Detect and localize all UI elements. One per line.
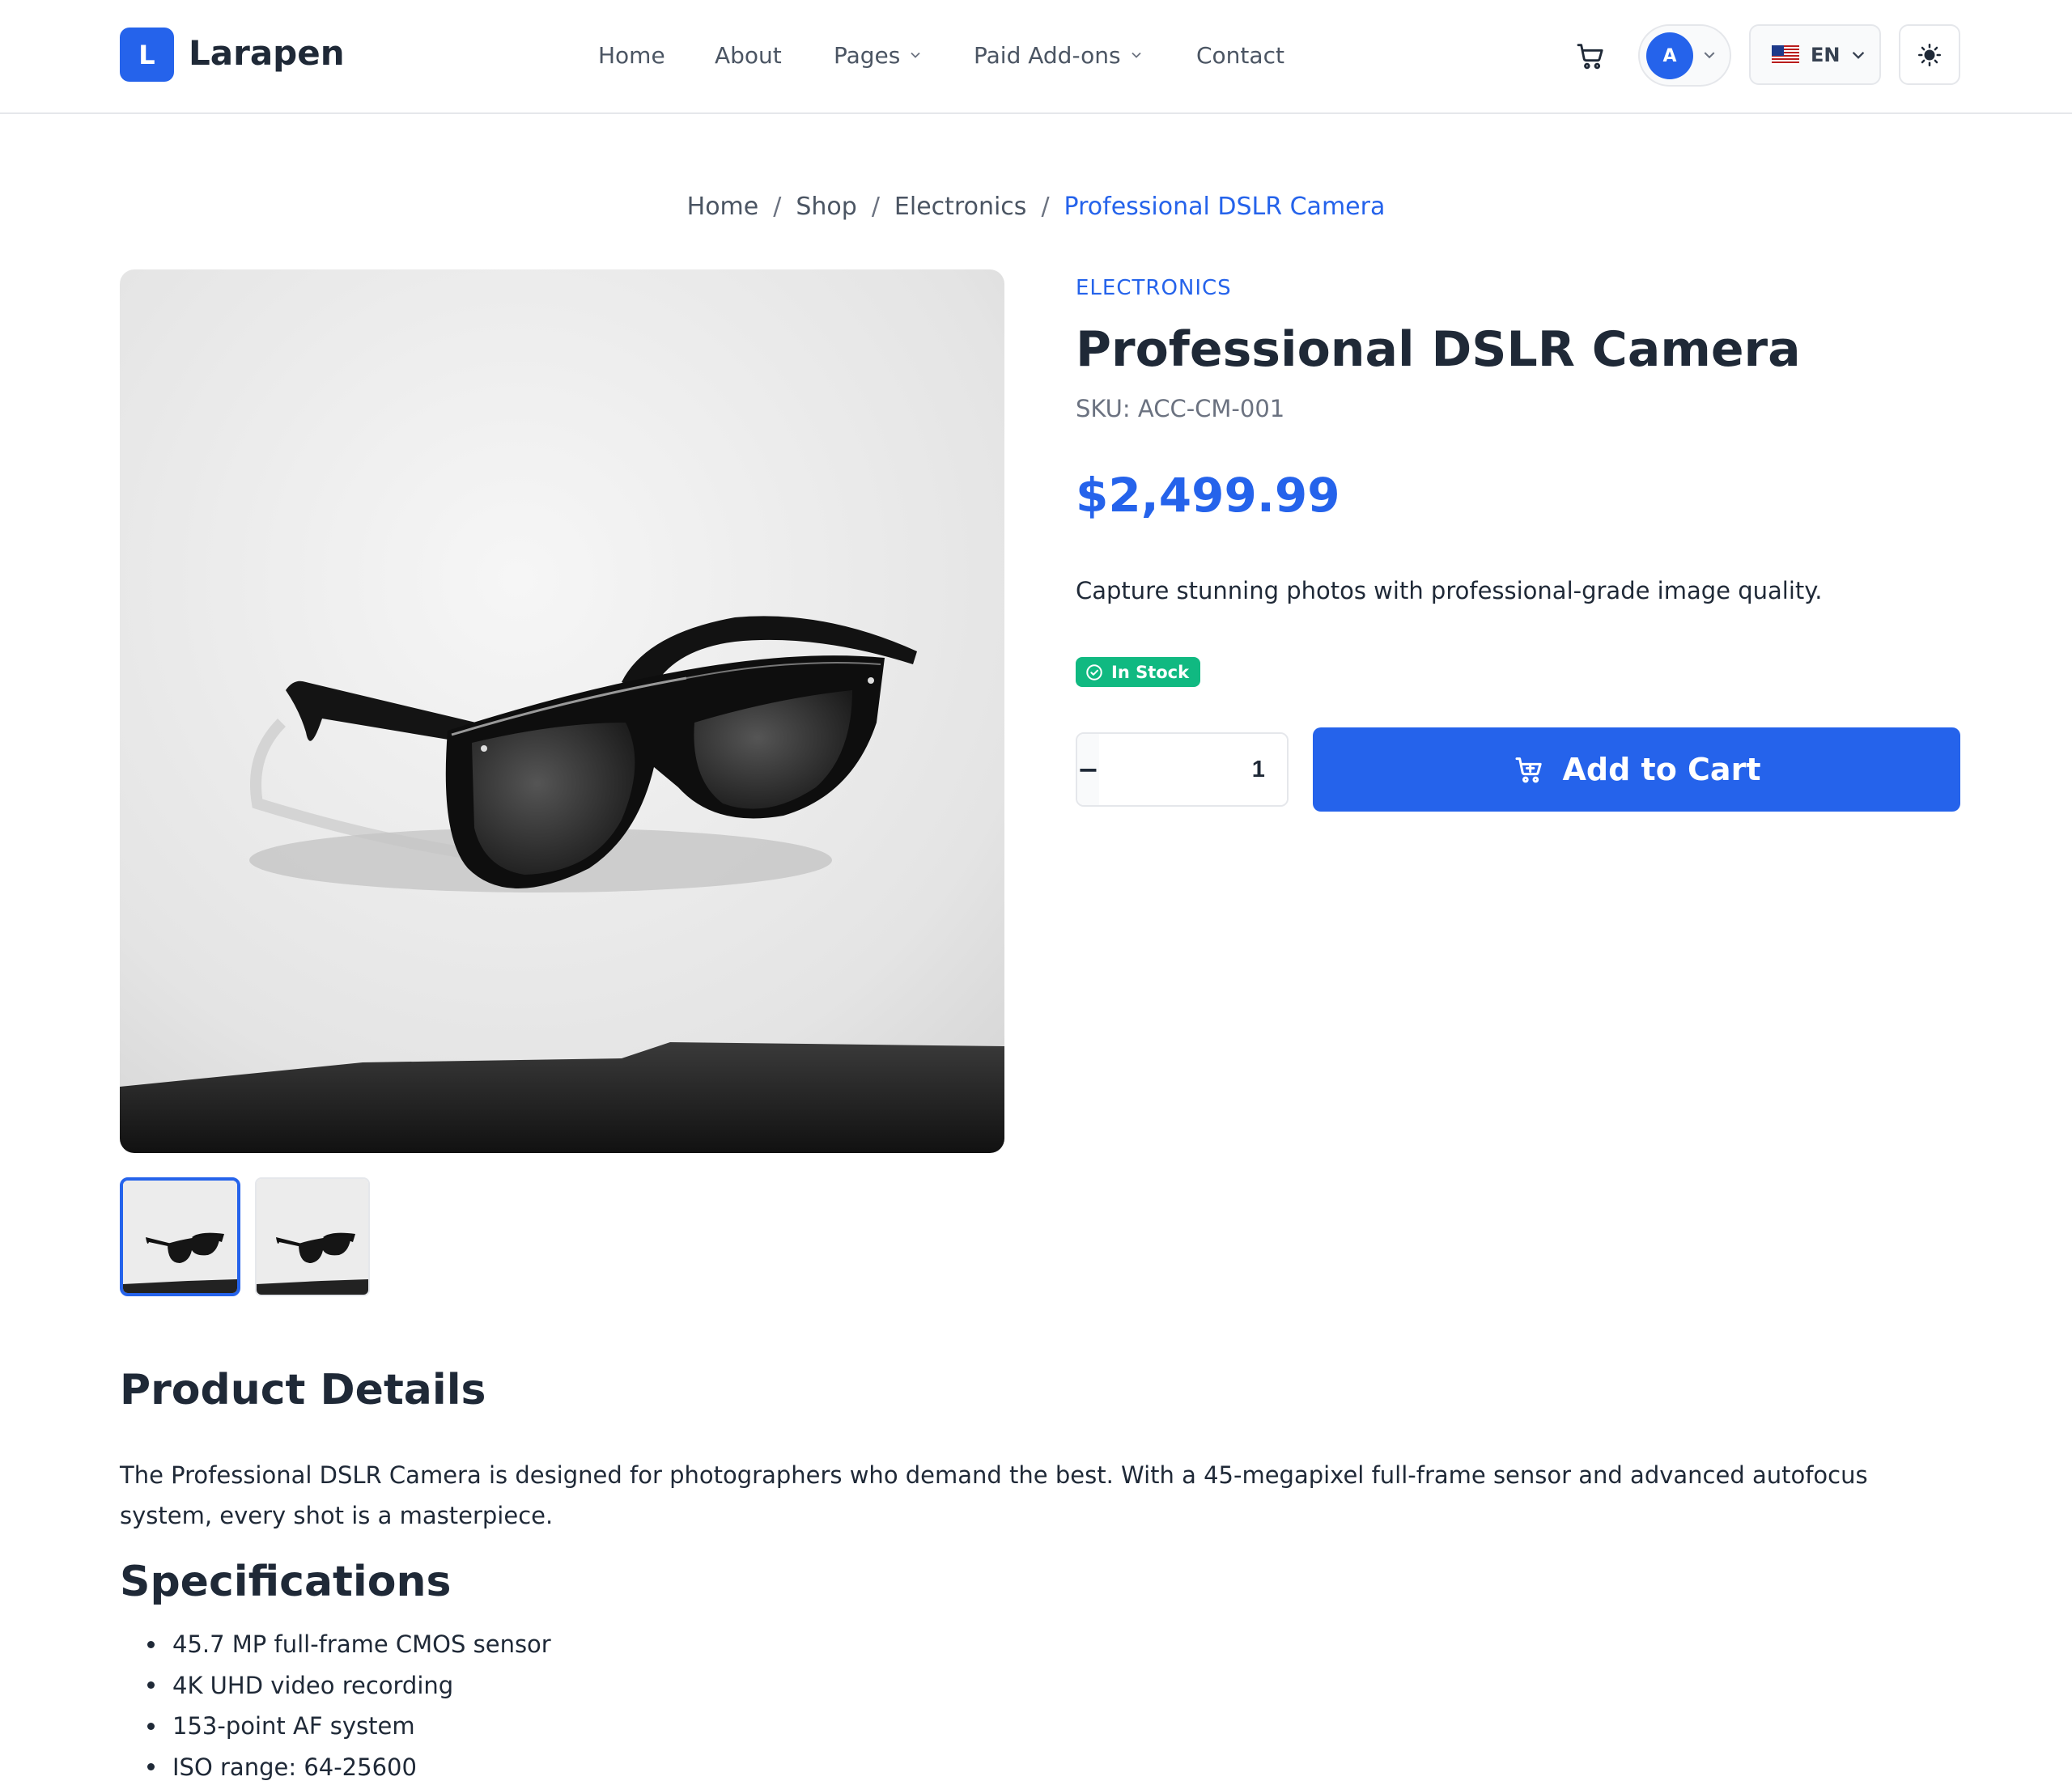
- product-details-text: The Professional DSLR Camera is designed…: [120, 1461, 1868, 1529]
- user-menu-button[interactable]: A: [1638, 24, 1731, 87]
- chevron-down-icon: [911, 52, 921, 58]
- nav-about-label: About: [715, 41, 782, 69]
- specifications-heading: Specifications: [120, 1558, 452, 1606]
- avatar: A: [1646, 32, 1693, 79]
- product-thumbnail-1[interactable]: [120, 1177, 240, 1296]
- logo-icon[interactable]: L: [120, 28, 174, 82]
- product-details-heading: Product Details: [120, 1366, 486, 1414]
- nav-paid-addons-dropdown[interactable]: Paid Add-ons: [974, 36, 1142, 74]
- nav-contact[interactable]: Contact: [1196, 36, 1284, 74]
- chevron-down-icon: [1131, 52, 1141, 58]
- theme-toggle-button[interactable]: [1899, 24, 1960, 85]
- sunglasses-thumbnail-image: [257, 1179, 368, 1295]
- nav-contact-label: Contact: [1196, 41, 1284, 69]
- breadcrumb-separator: /: [871, 193, 880, 221]
- nav-home-label: Home: [598, 41, 665, 69]
- sun-icon: [1918, 43, 1941, 66]
- nav-about[interactable]: About: [715, 36, 782, 74]
- check-circle-icon: [1086, 664, 1102, 681]
- stock-label: In Stock: [1111, 662, 1190, 682]
- breadcrumb-shop[interactable]: Shop: [796, 193, 856, 221]
- sunglasses-thumbnail-image: [123, 1181, 237, 1293]
- language-label: EN: [1811, 43, 1841, 66]
- bullet-icon: [147, 1722, 155, 1730]
- spec-item: 45.7 MP full-frame CMOS sensor: [120, 1624, 551, 1665]
- spec-item-text: ISO range: 64-25600: [172, 1753, 417, 1781]
- bullet-icon: [147, 1681, 155, 1690]
- quantity-input[interactable]: [1098, 734, 1287, 805]
- chevron-down-icon: [1853, 51, 1865, 59]
- product-title: Professional DSLR Camera: [1076, 321, 1801, 378]
- spec-item: ISO range: 64-25600: [120, 1747, 551, 1785]
- bullet-icon: [147, 1640, 155, 1648]
- spec-item-text: 4K UHD video recording: [172, 1671, 454, 1699]
- spec-item-text: 45.7 MP full-frame CMOS sensor: [172, 1630, 551, 1659]
- sunglasses-image: [120, 269, 1004, 1153]
- product-category[interactable]: ELECTRONICS: [1076, 276, 1232, 300]
- add-to-cart-label: Add to Cart: [1562, 752, 1761, 787]
- quantity-stepper: − +: [1076, 732, 1289, 807]
- chevron-down-icon: [1704, 52, 1715, 59]
- spec-item-text: 153-point AF system: [172, 1712, 415, 1740]
- product-sku: SKU: ACC-CM-001: [1076, 395, 1285, 422]
- nav-home[interactable]: Home: [598, 36, 665, 74]
- nav-pages-dropdown[interactable]: Pages: [834, 36, 921, 74]
- add-to-cart-button[interactable]: Add to Cart: [1313, 727, 1960, 812]
- cart-icon: [1577, 44, 1603, 70]
- product-thumbnail-2[interactable]: [255, 1177, 370, 1296]
- breadcrumb-home[interactable]: Home: [687, 193, 759, 221]
- cart-plus-icon: [1515, 757, 1542, 783]
- language-selector[interactable]: EN: [1749, 24, 1881, 85]
- breadcrumb: Home / Shop / Electronics / Professional…: [0, 193, 2072, 221]
- spec-item: 4K UHD video recording: [120, 1665, 551, 1707]
- stock-badge: In Stock: [1076, 657, 1201, 687]
- bullet-icon: [147, 1763, 155, 1771]
- product-price: $2,499.99: [1076, 468, 1340, 523]
- nav-pages-label: Pages: [834, 41, 901, 69]
- site-header: L Larapen Home About Pages Paid Add-ons …: [0, 0, 2072, 114]
- nav-paid-addons-label: Paid Add-ons: [974, 41, 1121, 69]
- specifications-list: 45.7 MP full-frame CMOS sensor 4K UHD vi…: [120, 1624, 551, 1785]
- breadcrumb-separator: /: [1041, 193, 1050, 221]
- breadcrumb-current: Professional DSLR Camera: [1064, 193, 1386, 221]
- product-main-image[interactable]: [120, 269, 1004, 1153]
- spec-item: 153-point AF system: [120, 1706, 551, 1747]
- brand-name[interactable]: Larapen: [189, 31, 345, 76]
- quantity-decrease-button[interactable]: −: [1077, 734, 1099, 805]
- breadcrumb-electronics[interactable]: Electronics: [894, 193, 1027, 221]
- breadcrumb-separator: /: [773, 193, 782, 221]
- us-flag-icon: [1772, 45, 1799, 65]
- product-short-description: Capture stunning photos with professiona…: [1076, 577, 1823, 604]
- cart-button[interactable]: [1570, 36, 1611, 76]
